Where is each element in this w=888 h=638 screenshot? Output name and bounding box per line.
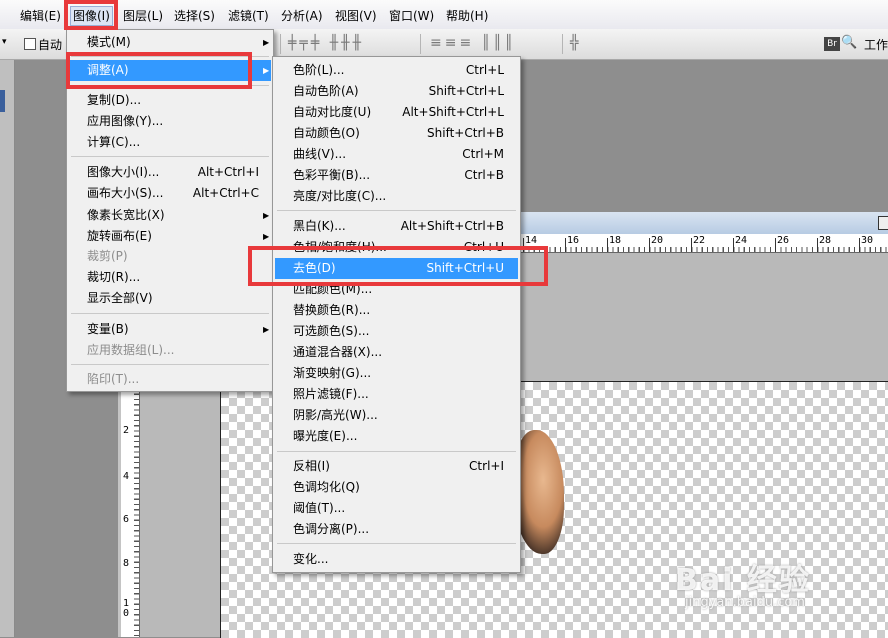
zoom-icon[interactable]: 🔍 <box>841 35 857 50</box>
submenu-arrow-icon: ▶ <box>263 211 270 220</box>
toolbar-separator <box>280 34 281 54</box>
menu-window[interactable]: 窗口(W) <box>387 7 436 25</box>
menu-item-pixel-aspect[interactable]: 像素长宽比(X) ▶ <box>69 205 271 226</box>
menu-view[interactable]: 视图(V) <box>333 7 379 25</box>
menu-item-rotate-canvas[interactable]: 旋转画布(E) ▶ <box>69 226 271 247</box>
ruler-number: 16 <box>567 235 580 246</box>
dropdown-arrow-icon[interactable]: ▾ <box>2 37 7 47</box>
menu-item-reveal-all[interactable]: 显示全部(V) <box>69 288 271 309</box>
submenu-item-desaturate[interactable]: 去色(D) Shift+Ctrl+U <box>275 258 518 279</box>
ruler-number: 18 <box>609 235 622 246</box>
image-menu: 模式(M) ▶ 调整(A) ▶ 复制(D)... 应用图像(Y)... 计算(C… <box>66 29 274 392</box>
submenu-arrow-icon: ▶ <box>263 66 270 75</box>
submenu-item-brightness-contrast[interactable]: 亮度/对比度(C)... <box>275 186 518 207</box>
submenu-item-threshold[interactable]: 阈值(T)... <box>275 498 518 519</box>
watermark-logo: Bai 经验 <box>675 563 811 598</box>
menu-item-trim[interactable]: 裁切(R)... <box>69 267 271 288</box>
align-icons[interactable]: ╪╤╪ ╫╫╫ <box>288 35 364 51</box>
menu-item-apply-data-set: 应用数据组(L)... <box>87 343 175 357</box>
adjustments-submenu: 色阶(L)... Ctrl+L 自动色阶(A) Shift+Ctrl+L 自动对比度… <box>272 56 521 573</box>
submenu-item-match-color[interactable]: 匹配颜色(M)... <box>275 279 518 300</box>
submenu-item-selective-color[interactable]: 可选颜色(S)... <box>275 321 518 342</box>
toolbar-separator <box>420 34 421 54</box>
bridge-icon[interactable]: Br <box>824 37 840 51</box>
submenu-item-channel-mixer[interactable]: 通道混合器(X)... <box>275 342 518 363</box>
submenu-item-photo-filter[interactable]: 照片滤镜(F)... <box>275 384 518 405</box>
menu-select[interactable]: 选择(S) <box>172 7 217 25</box>
submenu-arrow-icon: ▶ <box>263 38 270 47</box>
auto-align-icon[interactable]: ╬ <box>570 35 581 51</box>
workspace-label[interactable]: 工作 <box>864 36 888 53</box>
menu-analysis[interactable]: 分析(A) <box>279 7 325 25</box>
menu-item-image-size[interactable]: 图像大小(I)... Alt+Ctrl+I <box>69 162 271 183</box>
submenu-arrow-icon: ▶ <box>263 325 270 334</box>
toolbar-separator <box>562 34 563 54</box>
ruler-number: 6 <box>123 514 130 525</box>
ruler-number: 14 <box>525 235 538 246</box>
menubar: 编辑(E) 图像(I) 图层(L) 选择(S) 滤镜(T) 分析(A) 视图(V… <box>0 0 888 30</box>
watermark-url: jingyan.baidu.com <box>685 595 805 610</box>
menu-item-variables[interactable]: 变量(B) ▶ <box>69 319 271 340</box>
menu-item-mode[interactable]: 模式(M) ▶ <box>69 32 271 53</box>
submenu-item-levels[interactable]: 色阶(L)... Ctrl+L <box>275 60 518 81</box>
submenu-item-hue-saturation[interactable]: 色相/饱和度(H)... Ctrl+U <box>275 237 518 258</box>
submenu-item-gradient-map[interactable]: 渐变映射(G)... <box>275 363 518 384</box>
ruler-number: 28 <box>819 235 832 246</box>
submenu-item-equalize[interactable]: 色调均化(Q) <box>275 477 518 498</box>
menu-filter[interactable]: 滤镜(T) <box>226 7 271 25</box>
ruler-number: 4 <box>123 471 130 482</box>
ruler-number: 0 <box>123 608 130 619</box>
menu-item-calculations[interactable]: 计算(C)... <box>69 132 271 153</box>
submenu-item-auto-color[interactable]: 自动颜色(O) Shift+Ctrl+B <box>275 123 518 144</box>
submenu-item-variations[interactable]: 变化... <box>275 549 518 570</box>
tools-panel <box>0 60 15 637</box>
ruler-number: 8 <box>123 558 130 569</box>
ruler-number: 20 <box>651 235 664 246</box>
menu-item-adjustments[interactable]: 调整(A) ▶ <box>69 60 271 81</box>
submenu-item-replace-color[interactable]: 替换颜色(R)... <box>275 300 518 321</box>
submenu-item-curves[interactable]: 曲线(V)... Ctrl+M <box>275 144 518 165</box>
auto-select-label: 自动 <box>38 38 63 52</box>
menu-item-apply-image[interactable]: 应用图像(Y)... <box>69 111 271 132</box>
menu-layer[interactable]: 图层(L) <box>121 7 165 25</box>
menu-image[interactable]: 图像(I) <box>70 6 113 26</box>
submenu-item-auto-contrast[interactable]: 自动对比度(U) Alt+Shift+Ctrl+L <box>275 102 518 123</box>
ruler-number: 26 <box>777 235 790 246</box>
submenu-item-color-balance[interactable]: 色彩平衡(B)... Ctrl+B <box>275 165 518 186</box>
checkbox-icon[interactable] <box>24 38 36 50</box>
submenu-item-shadow-highlight[interactable]: 阴影/高光(W)... <box>275 405 518 426</box>
ruler-number: 30 <box>861 235 874 246</box>
ruler-number: 2 <box>123 425 130 436</box>
ruler-number: 22 <box>693 235 706 246</box>
submenu-item-exposure[interactable]: 曝光度(E)... <box>275 426 518 447</box>
submenu-item-auto-levels[interactable]: 自动色阶(A) Shift+Ctrl+L <box>275 81 518 102</box>
ruler-number: 24 <box>735 235 748 246</box>
menu-item-duplicate[interactable]: 复制(D)... <box>69 90 271 111</box>
close-icon[interactable] <box>878 216 888 230</box>
menu-item-canvas-size[interactable]: 画布大小(S)... Alt+Ctrl+C <box>69 183 271 204</box>
menu-item-trap: 陷印(T)... <box>87 372 140 386</box>
panel-tab[interactable] <box>0 90 5 112</box>
submenu-item-invert[interactable]: 反相(I) Ctrl+I <box>275 456 518 477</box>
menu-help[interactable]: 帮助(H) <box>444 7 490 25</box>
submenu-item-black-white[interactable]: 黑白(K)... Alt+Shift+Ctrl+B <box>275 216 518 237</box>
submenu-arrow-icon: ▶ <box>263 232 270 241</box>
menu-item-crop: 裁剪(P) <box>87 249 128 263</box>
menu-edit[interactable]: 编辑(E) <box>18 7 63 25</box>
submenu-item-posterize[interactable]: 色调分离(P)... <box>275 519 518 540</box>
distribute-icons[interactable]: ≡≡≡ ║║║ <box>430 35 516 51</box>
